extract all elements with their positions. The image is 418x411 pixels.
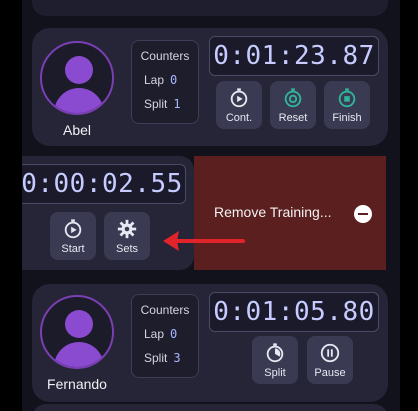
continue-button[interactable]: Cont. bbox=[216, 81, 262, 129]
counters-title: Counters bbox=[140, 49, 190, 63]
split-label: Split bbox=[264, 367, 286, 379]
gear-icon bbox=[104, 217, 150, 241]
athlete-card-abel[interactable]: Abel Counters Lap 0 Split 1 0:01:23.87 Con… bbox=[32, 28, 388, 146]
finish-button[interactable]: Finish bbox=[324, 81, 370, 129]
split-button[interactable]: Split bbox=[252, 336, 298, 384]
split-counter: Split 1 bbox=[144, 97, 181, 111]
pause-icon bbox=[307, 341, 353, 365]
sets-label: Sets bbox=[115, 243, 138, 255]
red-arrow-annotation-icon bbox=[163, 231, 245, 251]
counters-title: Counters bbox=[140, 303, 190, 317]
lap-label: Lap bbox=[144, 73, 165, 87]
avatar-body-icon bbox=[54, 88, 104, 113]
lap-counter: Lap 0 bbox=[144, 73, 177, 87]
athlete-name: Abel bbox=[62, 122, 92, 138]
pause-button[interactable]: Pause bbox=[307, 336, 353, 384]
avatar-body-icon bbox=[54, 342, 104, 367]
lap-label: Lap bbox=[144, 327, 165, 341]
remove-training-label: Remove Training... bbox=[214, 204, 332, 220]
athlete-card-fernando[interactable]: Fernando Counters Lap 0 Split 3 0:01:05.80… bbox=[32, 284, 388, 402]
reset-stopwatch-icon bbox=[270, 86, 316, 110]
sets-button[interactable]: Sets bbox=[104, 212, 150, 260]
split-label: Split bbox=[144, 351, 168, 365]
lap-counter: Lap 0 bbox=[144, 327, 177, 341]
minus-circle-icon bbox=[354, 205, 372, 223]
screen: Abel Counters Lap 0 Split 1 0:01:23.87 Con… bbox=[22, 0, 400, 411]
lap-value: 0 bbox=[170, 327, 178, 341]
avatar bbox=[40, 295, 114, 369]
stopwatch-display: 0:01:05.80 bbox=[209, 292, 379, 332]
counters-box: Counters Lap 0 Split 1 bbox=[131, 40, 199, 124]
split-counter: Split 3 bbox=[144, 351, 181, 365]
stopwatch-display: 0:00:02.55 bbox=[22, 164, 186, 204]
split-label: Split bbox=[144, 97, 168, 111]
avatar-head-icon bbox=[65, 56, 93, 84]
athlete-name: Fernando bbox=[47, 376, 107, 392]
lap-value: 0 bbox=[170, 73, 178, 87]
device-frame-left bbox=[0, 0, 22, 411]
device-frame-right bbox=[400, 0, 418, 411]
avatar-head-icon bbox=[65, 310, 93, 338]
reset-button[interactable]: Reset bbox=[270, 81, 316, 129]
finish-stopwatch-icon bbox=[324, 86, 370, 110]
reset-label: Reset bbox=[278, 112, 308, 124]
stopwatch-display: 0:01:23.87 bbox=[209, 36, 379, 76]
continue-label: Cont. bbox=[225, 112, 253, 124]
next-card-edge bbox=[32, 404, 388, 411]
play-stopwatch-icon bbox=[50, 217, 96, 241]
start-button[interactable]: Start bbox=[50, 212, 96, 260]
counters-box: Counters Lap 0 Split 3 bbox=[131, 294, 199, 378]
split-value: 1 bbox=[173, 97, 181, 111]
split-stopwatch-icon bbox=[252, 341, 298, 365]
pause-label: Pause bbox=[314, 367, 346, 379]
split-value: 3 bbox=[173, 351, 181, 365]
finish-label: Finish bbox=[332, 112, 362, 124]
previous-card-edge bbox=[32, 0, 388, 16]
start-label: Start bbox=[61, 243, 85, 255]
stopwatch-icon bbox=[216, 86, 262, 110]
avatar bbox=[40, 41, 114, 115]
